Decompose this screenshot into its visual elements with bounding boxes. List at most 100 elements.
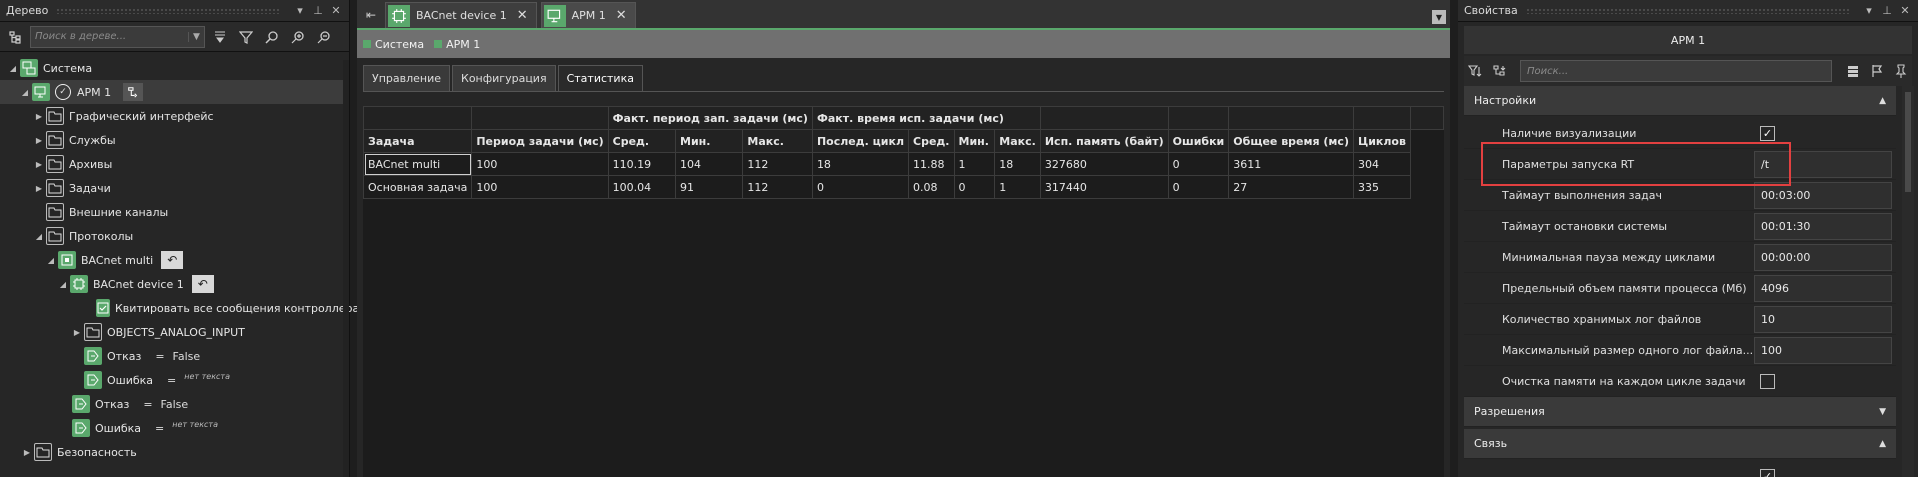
section-connection[interactable]: Связь ▲ — [1464, 429, 1896, 459]
pin-icon[interactable]: ⊥ — [1880, 4, 1894, 17]
chevron-down-icon[interactable]: ▼ — [188, 31, 204, 42]
scrollbar-thumb[interactable] — [1905, 92, 1911, 192]
tab-statistics[interactable]: Статистика — [557, 65, 643, 91]
section-settings[interactable]: Настройки ▲ — [1464, 86, 1896, 116]
prop-row-min-pause[interactable]: Минимальная пауза между циклами 00:00:00 — [1464, 242, 1896, 273]
column-header[interactable]: Ошибки — [1167, 129, 1230, 153]
search-prev-icon[interactable] — [313, 26, 335, 48]
min-pause-field[interactable]: 00:00:00 — [1754, 243, 1892, 271]
log-size-field[interactable]: 100 — [1754, 336, 1892, 364]
tree-item-protocols[interactable]: ◢ Протоколы — [0, 224, 349, 248]
hierarchy-link-icon[interactable] — [123, 83, 144, 101]
tree-item-failure[interactable]: Отказ = False — [0, 344, 349, 368]
flag-icon[interactable] — [1866, 60, 1888, 82]
tree-item-acknowledge-all[interactable]: Квитировать все сообщения контроллера — [0, 296, 359, 320]
tree-item-security[interactable]: ▶ Безопасность — [0, 440, 349, 464]
expand-arrow-icon[interactable]: ▶ — [34, 136, 44, 145]
tree-item-gui[interactable]: ▶ Графический интерфейс — [0, 104, 349, 128]
tree-item-services[interactable]: ▶ Службы — [0, 128, 349, 152]
expand-arrow-icon[interactable]: ◢ — [8, 64, 18, 73]
column-header[interactable]: Мин. — [953, 129, 996, 153]
tree-item-arm1[interactable]: ◢ ✓ АРМ 1 — [0, 80, 349, 104]
column-header[interactable]: Мин. — [675, 129, 744, 153]
section-permissions[interactable]: Разрешения ▼ — [1464, 397, 1896, 427]
prop-row-connection[interactable]: ✓ — [1464, 461, 1896, 477]
stop-timeout-field[interactable]: 00:01:30 — [1754, 212, 1892, 240]
breadcrumb-item[interactable]: АРМ 1 — [434, 38, 480, 51]
column-header[interactable]: Общее время (мс) — [1228, 129, 1354, 153]
tree-item-failure[interactable]: Отказ = False — [0, 392, 349, 416]
tab-list-icon[interactable]: ⇤ — [361, 5, 381, 25]
expand-arrow-icon[interactable]: ▶ — [22, 448, 32, 457]
tree-scrollbar[interactable] — [343, 60, 349, 477]
close-icon[interactable]: ✕ — [616, 8, 627, 23]
prop-row-stop-timeout[interactable]: Таймаут остановки системы 00:01:30 — [1464, 211, 1896, 242]
tree-item-external-channels[interactable]: Внешние каналы — [0, 200, 349, 224]
expand-arrow-icon[interactable]: ◢ — [34, 232, 44, 241]
memory-limit-field[interactable]: 4096 — [1754, 274, 1892, 302]
expand-arrow-icon[interactable]: ▼ — [1879, 407, 1886, 417]
panel-grip[interactable] — [1525, 7, 1850, 14]
tab-arm1[interactable]: АРМ 1 ✕ — [540, 2, 636, 28]
prop-row-memory-cleanup[interactable]: Очистка памяти на каждом цикле задачи — [1464, 366, 1896, 397]
column-header[interactable]: Макс. — [742, 129, 813, 153]
panel-grip[interactable] — [56, 7, 281, 14]
search-icon[interactable] — [261, 26, 283, 48]
log-count-field[interactable]: 10 — [1754, 305, 1892, 333]
tree-item-objects-analog-input[interactable]: ▶ OBJECTS_ANALOG_INPUT — [0, 320, 349, 344]
column-header[interactable]: Циклов — [1352, 129, 1411, 153]
back-arrow-icon[interactable]: ↶ — [191, 275, 214, 293]
column-header[interactable]: Послед. цикл — [811, 129, 910, 153]
tab-menu-icon[interactable]: ▼ — [1432, 10, 1446, 24]
column-header[interactable]: Макс. — [994, 129, 1041, 153]
tree-structure-icon[interactable] — [4, 26, 26, 48]
tree-item-bacnet-multi[interactable]: ◢ BACnet multi ↶ — [0, 248, 349, 272]
prop-row-log-size[interactable]: Максимальный размер одного лог файла... … — [1464, 335, 1896, 366]
close-icon[interactable]: ✕ — [517, 8, 528, 23]
table-row[interactable]: BACnet multi 100 110.19 104 112 18 11.88… — [362, 152, 1444, 176]
collapse-arrow-icon[interactable]: ▲ — [1879, 96, 1886, 106]
memory-cleanup-checkbox[interactable] — [1760, 373, 1775, 389]
table-cell[interactable]: Основная задача — [362, 175, 473, 199]
table-row[interactable]: Основная задача 100 100.04 91 112 0 0.08… — [362, 175, 1444, 199]
filter-down-icon[interactable] — [209, 26, 231, 48]
tree-item-system[interactable]: ◢ Система — [0, 56, 349, 80]
prop-row-memory-limit[interactable]: Предельный объем памяти процесса (Мб) 40… — [1464, 273, 1896, 304]
dropdown-arrow-icon[interactable]: ▾ — [1862, 4, 1876, 17]
filter-icon[interactable] — [235, 26, 257, 48]
breadcrumb-item[interactable]: Система — [363, 38, 424, 51]
expand-arrow-icon[interactable]: ◢ — [58, 280, 68, 289]
dropdown-arrow-icon[interactable]: ▾ — [293, 4, 307, 17]
column-header[interactable]: Задача — [362, 129, 473, 153]
filter-sort-icon[interactable] — [1464, 60, 1486, 82]
close-icon[interactable]: ✕ — [329, 4, 343, 17]
pin-icon[interactable]: ⊥ — [311, 4, 325, 17]
tree-sort-icon[interactable] — [1488, 60, 1510, 82]
column-header[interactable]: Период задачи (мс) — [471, 129, 609, 153]
expand-arrow-icon[interactable]: ◢ — [20, 88, 30, 97]
tab-control[interactable]: Управление — [363, 65, 451, 91]
column-header[interactable]: Исп. память (байт) — [1039, 129, 1169, 153]
tree-item-tasks[interactable]: ▶ Задачи — [0, 176, 349, 200]
expand-arrow-icon[interactable]: ◢ — [46, 256, 56, 265]
list-view-icon[interactable] — [1842, 60, 1864, 82]
tree-item-error[interactable]: Ошибка = нет текста — [0, 368, 349, 392]
visualization-checkbox[interactable]: ✓ — [1760, 125, 1775, 141]
close-icon[interactable]: ✕ — [1898, 4, 1912, 17]
expand-arrow-icon[interactable]: ▶ — [72, 328, 82, 337]
tree-item-error[interactable]: Ошибка = нет текста — [0, 416, 349, 440]
properties-scrollbar[interactable] — [1902, 86, 1914, 477]
tab-bacnet-device[interactable]: BACnet device 1 ✕ — [385, 2, 537, 28]
expand-arrow-icon[interactable]: ▶ — [34, 112, 44, 121]
properties-search-input[interactable] — [1521, 61, 1831, 81]
back-arrow-icon[interactable]: ↶ — [161, 251, 184, 269]
tree-item-archives[interactable]: ▶ Архивы — [0, 152, 349, 176]
column-header[interactable]: Сред. — [908, 129, 955, 153]
tree-item-bacnet-device[interactable]: ◢ BACnet device 1 ↶ — [0, 272, 349, 296]
search-next-icon[interactable] — [287, 26, 309, 48]
collapse-arrow-icon[interactable]: ▲ — [1879, 439, 1886, 449]
tree-search-input[interactable] — [31, 26, 188, 47]
connection-checkbox[interactable]: ✓ — [1760, 468, 1775, 477]
tab-configuration[interactable]: Конфигурация — [452, 65, 556, 91]
table-cell[interactable]: BACnet multi — [362, 152, 473, 176]
